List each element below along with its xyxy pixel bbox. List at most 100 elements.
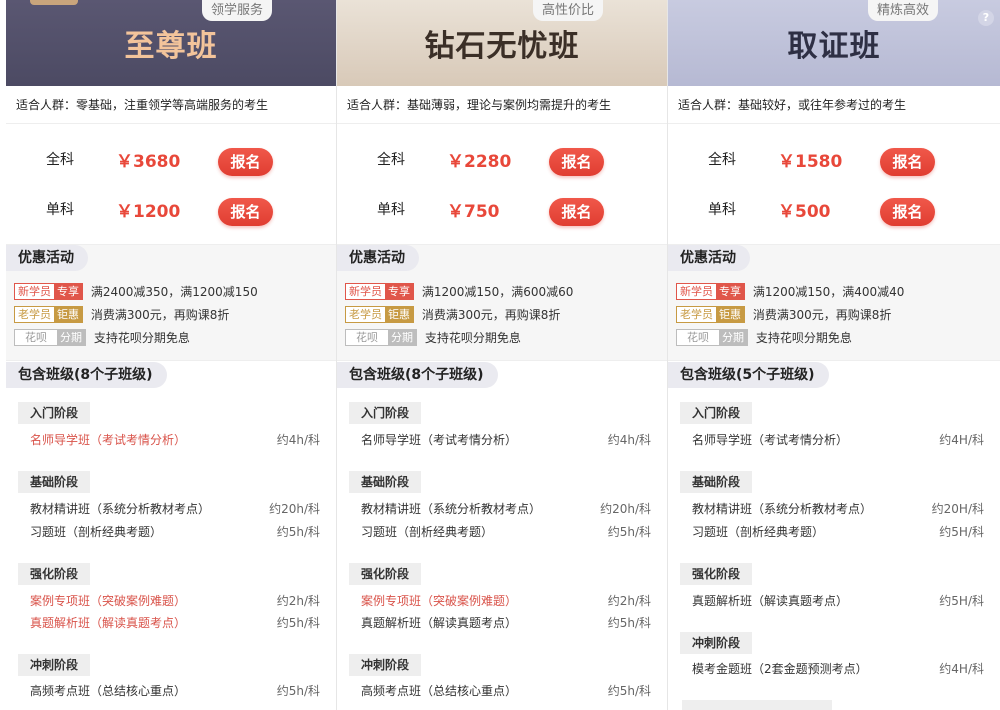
promo-badge: 老学员 钜惠 bbox=[676, 306, 745, 323]
promo-item: 老学员 钜惠 消费满300元，再购课8折 bbox=[676, 306, 891, 324]
course-duration: 约4H/科 bbox=[939, 662, 984, 676]
signup-button[interactable]: 报名 bbox=[218, 198, 273, 226]
badge-left: 花呗 bbox=[677, 330, 719, 345]
course-name: 名师导学班（考试考情分析） bbox=[361, 433, 518, 447]
course-item[interactable]: 高频考点班（总结核心重点） 约5h/科 bbox=[30, 682, 320, 700]
column-header: 取证班 精炼高效 ? bbox=[668, 0, 1000, 86]
badge-left: 新学员 bbox=[15, 284, 54, 299]
course-name: 习题班（剖析经典考题） bbox=[361, 525, 494, 539]
stage-label: 入门阶段 bbox=[680, 402, 753, 424]
course-duration: 约5h/科 bbox=[276, 525, 320, 539]
course-duration: 约4h/科 bbox=[276, 433, 320, 447]
course-name: 真题解析班（解读真题考点） bbox=[692, 594, 849, 608]
badge-right: 专享 bbox=[54, 284, 82, 299]
price-label: 单科 bbox=[46, 202, 74, 218]
promo-title: 优惠活动 bbox=[668, 245, 750, 271]
promo-badge: 老学员 钜惠 bbox=[345, 306, 414, 323]
badge-left: 新学员 bbox=[677, 284, 716, 299]
column-header: 至尊班 领学服务 bbox=[6, 0, 336, 86]
course-duration: 约20h/科 bbox=[269, 502, 320, 516]
promo-text: 消费满300元，再购课8折 bbox=[752, 308, 892, 322]
course-duration: 约20H/科 bbox=[931, 502, 984, 516]
course-item[interactable]: 名师导学班（考试考情分析） 约4h/科 bbox=[30, 431, 320, 449]
stage-label: 基础阶段 bbox=[680, 471, 753, 493]
course-name: 教材精讲班（系统分析教材考点） bbox=[30, 502, 211, 516]
class-title: 取证班 bbox=[787, 29, 881, 64]
audience-text: 适合人群：基础较好，或往年参考过的考生 bbox=[668, 86, 1000, 124]
course-item[interactable]: 案例专项班（突破案例难题） 约2h/科 bbox=[361, 592, 651, 610]
course-duration: 约5h/科 bbox=[607, 525, 651, 539]
promo-item: 老学员 钜惠 消费满300元，再购课8折 bbox=[345, 306, 560, 324]
column-zhizun: 至尊班 领学服务 适合人群：零基础，注重领学等高端服务的考生 全科 ￥3680 … bbox=[6, 0, 337, 710]
promo-item: 新学员 专享 满2400减350，满1200减150 bbox=[14, 283, 258, 301]
price-value: ￥1580 bbox=[778, 152, 843, 172]
course-item[interactable]: 模考金题班（2套金题预测考点） 约4H/科 bbox=[692, 660, 984, 678]
class-title: 钻石无忧班 bbox=[424, 29, 580, 64]
course-name: 名师导学班（考试考情分析） bbox=[30, 433, 187, 447]
course-item[interactable]: 名师导学班（考试考情分析） 约4H/科 bbox=[692, 431, 984, 449]
course-item[interactable]: 案例专项班（突破案例难题） 约2h/科 bbox=[30, 592, 320, 610]
column-zuanshi: 钻石无忧班 高性价比 适合人群：基础薄弱，理论与案例均需提升的考生 全科 ￥22… bbox=[337, 0, 668, 710]
promo-text: 满1200减150，满600减60 bbox=[421, 285, 574, 299]
class-tag: 高性价比 bbox=[532, 0, 603, 21]
header-decoration bbox=[30, 0, 78, 5]
promo-badge: 新学员 专享 bbox=[676, 283, 745, 300]
course-duration: 约5h/科 bbox=[276, 616, 320, 630]
class-tag: 精炼高效 bbox=[867, 0, 938, 21]
column-quzheng: 取证班 精炼高效 ? 适合人群：基础较好，或往年参考过的考生 全科 ￥1580 … bbox=[668, 0, 1000, 710]
course-name: 模考金题班（2套金题预测考点） bbox=[692, 662, 868, 676]
course-duration: 约2h/科 bbox=[276, 594, 320, 608]
course-item[interactable]: 名师导学班（考试考情分析） 约4h/科 bbox=[361, 431, 651, 449]
course-item[interactable]: 习题班（剖析经典考题） 约5h/科 bbox=[361, 523, 651, 541]
badge-right: 钜惠 bbox=[385, 307, 413, 322]
promo-item: 花呗 分期 支持花呗分期免息 bbox=[345, 329, 521, 347]
audience-text: 适合人群：零基础，注重领学等高端服务的考生 bbox=[6, 86, 336, 124]
price-row-single: 单科 ￥1200 报名 bbox=[6, 198, 336, 228]
promo-text: 消费满300元，再购课8折 bbox=[421, 308, 561, 322]
stage-label: 基础阶段 bbox=[18, 471, 91, 493]
signup-button[interactable]: 报名 bbox=[549, 148, 604, 176]
price-label: 单科 bbox=[708, 202, 736, 218]
question-mark-icon[interactable]: ? bbox=[978, 10, 994, 26]
course-duration: 约4h/科 bbox=[607, 433, 651, 447]
course-item[interactable]: 真题解析班（解读真题考点） 约5h/科 bbox=[361, 614, 651, 632]
promo-badge: 花呗 分期 bbox=[345, 329, 417, 346]
stage-label: 冲刺阶段 bbox=[18, 654, 91, 676]
signup-button[interactable]: 报名 bbox=[880, 198, 935, 226]
stage-label: 强化阶段 bbox=[680, 563, 753, 585]
promo-item: 花呗 分期 支持花呗分期免息 bbox=[676, 329, 852, 347]
promo-badge: 新学员 专享 bbox=[14, 283, 83, 300]
price-label: 全科 bbox=[708, 152, 736, 168]
course-item[interactable]: 习题班（剖析经典考题） 约5H/科 bbox=[692, 523, 984, 541]
course-duration: 约5h/科 bbox=[276, 684, 320, 698]
badge-left: 老学员 bbox=[15, 307, 54, 322]
stage-label: 强化阶段 bbox=[349, 563, 422, 585]
promo-text: 支持花呗分期免息 bbox=[424, 331, 521, 345]
signup-button[interactable]: 报名 bbox=[549, 198, 604, 226]
promo-title: 优惠活动 bbox=[6, 245, 88, 271]
promo-badge: 花呗 分期 bbox=[14, 329, 86, 346]
course-item[interactable]: 教材精讲班（系统分析教材考点） 约20H/科 bbox=[692, 500, 984, 518]
price-value: ￥2280 bbox=[447, 152, 512, 172]
promo-item: 老学员 钜惠 消费满300元，再购课8折 bbox=[14, 306, 229, 324]
badge-right: 专享 bbox=[716, 284, 744, 299]
course-item[interactable]: 高频考点班（总结核心重点） 约5h/科 bbox=[361, 682, 651, 700]
course-item[interactable]: 教材精讲班（系统分析教材考点） 约20h/科 bbox=[30, 500, 320, 518]
course-name: 习题班（剖析经典考题） bbox=[692, 525, 825, 539]
course-item[interactable]: 习题班（剖析经典考题） 约5h/科 bbox=[30, 523, 320, 541]
promo-title: 优惠活动 bbox=[337, 245, 419, 271]
promo-text: 支持花呗分期免息 bbox=[93, 331, 190, 345]
promo-item: 新学员 专享 满1200减150，满400减40 bbox=[676, 283, 904, 301]
course-duration: 约5H/科 bbox=[939, 525, 984, 539]
course-item[interactable]: 教材精讲班（系统分析教材考点） 约20h/科 bbox=[361, 500, 651, 518]
promo-item: 花呗 分期 支持花呗分期免息 bbox=[14, 329, 190, 347]
signup-button[interactable]: 报名 bbox=[880, 148, 935, 176]
stage-label: 入门阶段 bbox=[349, 402, 422, 424]
promo-badge: 花呗 分期 bbox=[676, 329, 748, 346]
signup-button[interactable]: 报名 bbox=[218, 148, 273, 176]
promo-section: 优惠活动 新学员 专享 满1200减150，满400减40 老学员 钜惠 消费满30… bbox=[668, 244, 1000, 361]
course-item[interactable]: 真题解析班（解读真题考点） 约5H/科 bbox=[692, 592, 984, 610]
stage-label: 强化阶段 bbox=[18, 563, 91, 585]
next-stage-peek bbox=[682, 700, 832, 710]
course-item[interactable]: 真题解析班（解读真题考点） 约5h/科 bbox=[30, 614, 320, 632]
